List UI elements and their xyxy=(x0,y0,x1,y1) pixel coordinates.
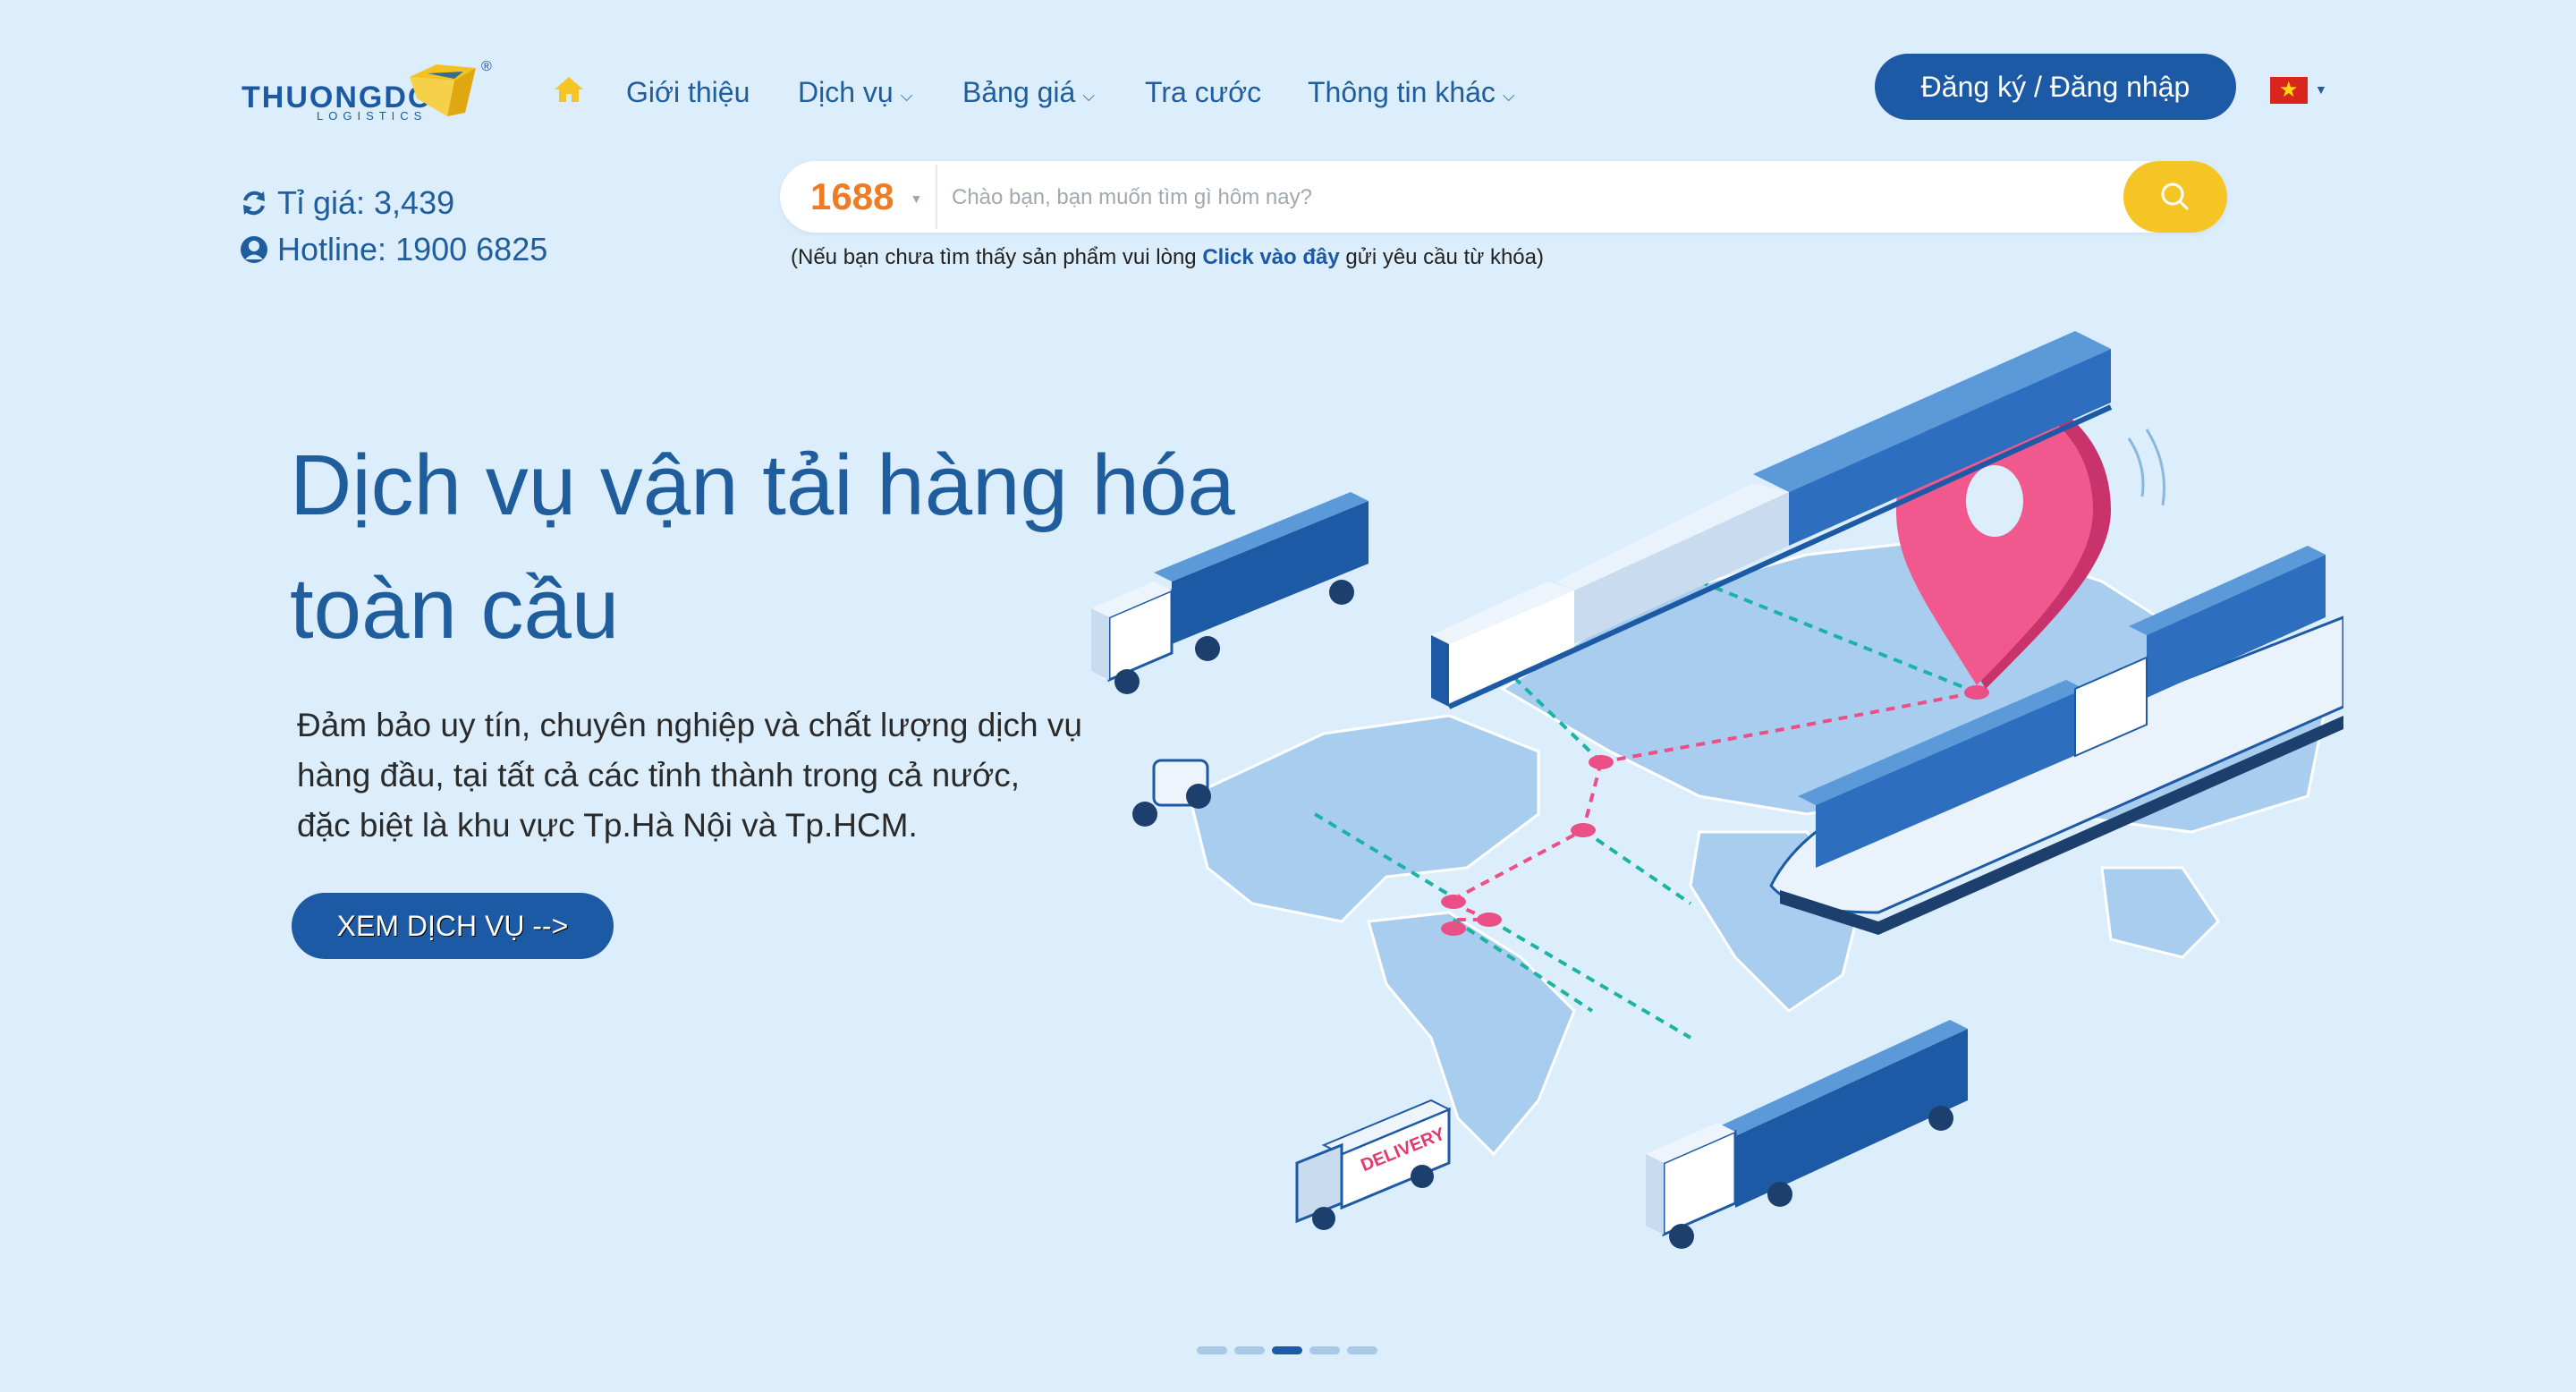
carousel-dot-5[interactable] xyxy=(1347,1346,1377,1354)
hero-desc-line3: đặc biệt là khu vực Tp.Hà Nội và Tp.HCM. xyxy=(297,807,918,844)
search-button[interactable] xyxy=(2123,161,2227,233)
truck-icon xyxy=(1646,1020,1968,1249)
carousel-dot-2[interactable] xyxy=(1234,1346,1265,1354)
delivery-van-icon: DELIVERY xyxy=(1295,1099,1452,1230)
nav-item-bang-gia[interactable]: Bảng giá ⌵ xyxy=(962,70,1095,115)
carousel-dot-4[interactable] xyxy=(1309,1346,1340,1354)
vietnam-flag-icon[interactable]: ★ xyxy=(2270,77,2308,104)
search-input[interactable] xyxy=(952,175,2114,220)
logo-mark-icon xyxy=(410,64,476,116)
nav-item-dich-vu[interactable]: Dịch vụ ⌵ xyxy=(798,70,912,115)
hotline-text: Hotline: 1900 6825 xyxy=(277,231,548,267)
hero-title-line2: toàn cầu xyxy=(290,561,620,657)
search-divider xyxy=(936,165,937,229)
truck-icon xyxy=(1091,492,1368,694)
logistics-illustration: DELIVERY xyxy=(1091,331,2343,1249)
search-icon xyxy=(2161,182,2189,210)
hero-desc-line1: Đảm bảo uy tín, chuyên nghiệp và chất lư… xyxy=(297,707,1082,743)
language-caret-icon[interactable]: ▼ xyxy=(2315,82,2327,97)
chevron-down-icon: ⌵ xyxy=(1082,86,1095,105)
hero-desc-line2: hàng đầu, tại tất cả các tỉnh thành tron… xyxy=(297,757,1021,794)
carousel-dot-1[interactable] xyxy=(1197,1346,1227,1354)
nav-item-tra-cuoc[interactable]: Tra cước xyxy=(1145,70,1261,115)
nav-item-label: Thông tin khác xyxy=(1308,75,1496,108)
search-hint-before: (Nếu bạn chưa tìm thấy sản phẩm vui lòng xyxy=(791,245,1203,269)
nav-item-thong-tin-khac[interactable]: Thông tin khác ⌵ xyxy=(1308,70,1515,115)
search-hint-after: gửi yêu cầu từ khóa) xyxy=(1339,245,1544,269)
carousel-dots xyxy=(1197,1346,1377,1354)
auth-button[interactable]: Đăng ký / Đăng nhập xyxy=(1875,54,2236,120)
nav-item-label: Tra cước xyxy=(1145,75,1262,108)
nav-item-gioi-thieu[interactable]: Giới thiệu xyxy=(626,70,750,115)
user-icon xyxy=(241,236,267,263)
caret-down-icon: ▼ xyxy=(910,191,923,206)
hotline[interactable]: Hotline: 1900 6825 xyxy=(240,231,547,268)
registered-icon: ® xyxy=(481,59,492,74)
refresh-icon xyxy=(243,191,265,216)
search-source-select[interactable]: 1688 ▼ xyxy=(810,170,922,224)
chevron-down-icon: ⌵ xyxy=(900,86,913,105)
search-source-value: 1688 xyxy=(810,175,894,217)
search-hint: (Nếu bạn chưa tìm thấy sản phẩm vui lòng… xyxy=(791,245,1544,270)
home-icon[interactable] xyxy=(553,75,585,108)
search-hint-link[interactable]: Click vào đây xyxy=(1202,245,1339,269)
brand-logo[interactable]: THUONGDO LOGISTICS ® xyxy=(240,59,497,123)
exchange-rate-text: Tỉ giá: 3,439 xyxy=(277,184,455,221)
exchange-rate: Tỉ giá: 3,439 xyxy=(240,184,454,222)
carousel-dot-3[interactable] xyxy=(1272,1346,1302,1354)
nav-item-label: Dịch vụ xyxy=(798,75,894,108)
nav-item-label: Giới thiệu xyxy=(626,75,750,108)
nav-item-label: Bảng giá xyxy=(962,75,1076,108)
view-services-button[interactable]: XEM DỊCH VỤ --> xyxy=(292,893,614,959)
chevron-down-icon: ⌵ xyxy=(1502,86,1515,105)
